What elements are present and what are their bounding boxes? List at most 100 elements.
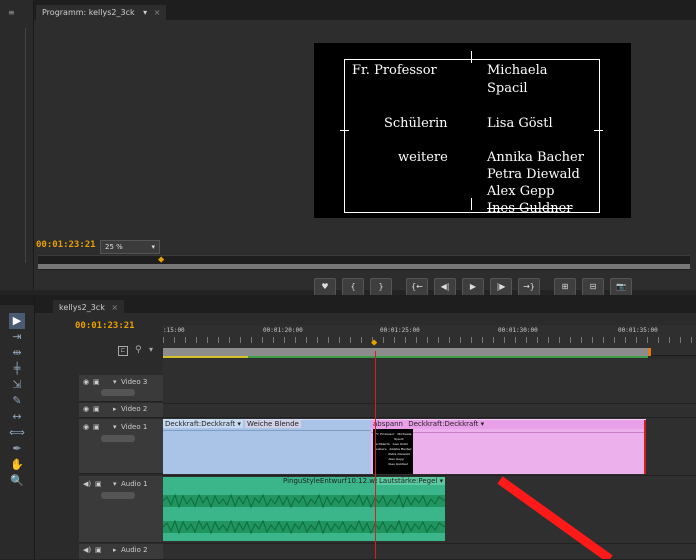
play-button[interactable]: ▶ [462,278,484,296]
track-label: Video 1 [121,423,148,431]
chevron-down-icon: ▾ [151,243,155,251]
keyframe-toggle[interactable] [101,492,135,499]
lift-button[interactable]: ⊞ [554,278,576,296]
zoom-tool-icon[interactable]: 🔍 [9,473,25,489]
transport-controls: ♥ { } {← ◀| ▶ |▶ →} ⊞ ⊟ 📷 [314,278,654,296]
rate-stretch-tool-icon[interactable]: ⇲ [9,377,25,393]
eye-icon[interactable]: ◉ [83,378,89,386]
track-label: Video 3 [121,378,148,386]
collapse-icon[interactable]: ▾ [113,378,117,386]
track-header-video3[interactable]: ◉ ▣ ▾ Video 3 [79,375,163,402]
snap-icon[interactable]: ⊏ [118,346,128,356]
collapse-icon[interactable]: ▾ [113,480,117,488]
razor-tool-icon[interactable]: ✎ [9,393,25,409]
track-options-icon[interactable]: ▾ [149,345,153,354]
lock-icon[interactable]: ▣ [93,423,100,431]
clip-effect-label[interactable]: Deckkraft:Deckkraft ▾ [163,420,243,428]
video-clip-abspann[interactable]: abspann Deckkraft:Deckkraft ▾ Fr. Profes… [371,419,646,474]
track-header-video1[interactable]: ◉ ▣ ▾ Video 1 [79,419,163,474]
credit-name-spacil: Spacil [487,81,528,96]
work-area-end[interactable] [648,348,651,356]
annotation-arrow [497,476,613,559]
hand-tool-icon[interactable]: ✋ [9,457,25,473]
camera-icon[interactable]: 📷 [610,278,632,296]
time-ruler[interactable]: :15:00 00:01:20:00 00:01:25:00 00:01:30:… [163,325,696,358]
track-header-video2[interactable]: ◉ ▣ ▸ Video 2 [79,403,163,418]
lock-icon[interactable]: ▣ [93,405,100,413]
track-label: Audio 1 [121,480,148,488]
timeline-panel: kellys2_3ck × 00:01:23:21 ⊏ ⚲ ▾ :15:00 0… [35,295,696,560]
video-clip-a[interactable]: Deckkraft:Deckkraft ▾ Weiche Blende [163,419,371,474]
close-icon[interactable]: × [154,8,161,17]
slip-tool-icon[interactable]: ↔ [9,409,25,425]
audio-waveform [163,493,445,535]
zoom-select[interactable]: 25 % ▾ [100,240,160,254]
close-icon[interactable]: × [111,303,118,312]
credits-border [344,59,600,213]
program-monitor: Programm: kellys2_3ck ▾ × Fr. Professor … [34,0,696,296]
audio-effect-label[interactable]: Lautstärke:Pegel ▾ [377,477,445,485]
lock-icon[interactable]: ▣ [95,480,102,488]
eye-icon[interactable]: ◉ [83,405,89,413]
timeline-tab[interactable]: kellys2_3ck × [53,300,125,315]
go-to-in-button[interactable]: {← [406,278,428,296]
expand-icon[interactable]: ▸ [113,405,117,413]
transition-label[interactable]: Weiche Blende [245,420,301,428]
playhead-handle-icon[interactable]: ⬥ [371,339,377,348]
rolling-edit-tool-icon[interactable]: ╪ [9,361,25,377]
clip-keyline [163,430,371,431]
go-to-out-button[interactable]: →} [518,278,540,296]
expand-icon[interactable]: ▸ [113,546,117,554]
tab-menu-icon[interactable]: ▾ [143,8,147,17]
audio-clip-name: PinguStyleEntwurf10.12.wav [283,477,384,485]
render-bar [163,356,248,358]
program-timecode[interactable]: 00:01:23:21 [36,240,96,250]
add-marker-button[interactable]: ♥ [314,278,336,296]
program-tabbar: Programm: kellys2_3ck ▾ × [34,0,696,20]
timeline-tab-label: kellys2_3ck [59,303,105,312]
selection-tool-icon[interactable]: ▶ [9,313,25,329]
pen-tool-icon[interactable]: ✒ [9,441,25,457]
clip-name-bar[interactable]: abspann Deckkraft:Deckkraft ▾ [371,420,646,429]
speaker-icon[interactable]: ◀) [83,480,91,488]
timeline-timecode[interactable]: 00:01:23:21 [75,321,135,331]
ruler-label: 00:01:25:00 [380,327,420,334]
ripple-edit-tool-icon[interactable]: ⇹ [9,345,25,361]
panel-menu-icon[interactable]: ≡ [8,8,15,17]
lane-divider [163,475,696,476]
ruler-label: 00:01:35:00 [618,327,658,334]
lock-icon[interactable]: ▣ [93,378,100,386]
credit-name-petra: Petra Diewald [487,167,580,182]
credit-role-schuelerin: Schülerin [384,116,448,131]
step-forward-button[interactable]: |▶ [490,278,512,296]
left-panel-top: ≡ [0,0,34,290]
lock-icon[interactable]: ▣ [95,546,102,554]
audio-clip[interactable]: PinguStyleEntwurf10.12.wav Lautstärke:Pe… [163,477,445,541]
mark-in-button[interactable]: { [342,278,364,296]
credit-name-alex: Alex Gepp [487,184,555,199]
marker-icon[interactable]: ⚲ [135,345,142,355]
eye-icon[interactable]: ◉ [83,423,89,431]
slide-tool-icon[interactable]: ⟺ [9,425,25,441]
ruler-label: 00:01:20:00 [263,327,303,334]
track-lanes: Deckkraft:Deckkraft ▾ Weiche Blende absp… [163,359,696,559]
credit-name-lisa: Lisa Göstl [487,116,553,131]
work-area-bar[interactable] [163,348,648,356]
step-back-button[interactable]: ◀| [434,278,456,296]
keyframe-toggle[interactable] [101,389,135,396]
program-scrub-bar[interactable]: ⬥ [38,255,690,270]
playhead-line[interactable] [375,351,376,559]
track-header-audio1[interactable]: ◀) ▣ ▾ Audio 1 [79,476,163,543]
program-tab[interactable]: Programm: kellys2_3ck ▾ × [36,5,167,20]
track-header-audio2[interactable]: ◀) ▣ ▸ Audio 2 [79,544,163,560]
mark-out-button[interactable]: } [370,278,392,296]
extract-button[interactable]: ⊟ [582,278,604,296]
timeline-tabbar: kellys2_3ck × [35,295,696,315]
speaker-icon[interactable]: ◀) [83,546,91,554]
tools-panel: ▶ ⇥ ⇹ ╪ ⇲ ✎ ↔ ⟺ ✒ ✋ 🔍 [0,295,35,559]
credits-tick-right [594,130,603,131]
clip-end-marker [644,420,646,474]
collapse-icon[interactable]: ▾ [113,423,117,431]
keyframe-toggle[interactable] [101,435,135,442]
track-select-tool-icon[interactable]: ⇥ [9,329,25,345]
